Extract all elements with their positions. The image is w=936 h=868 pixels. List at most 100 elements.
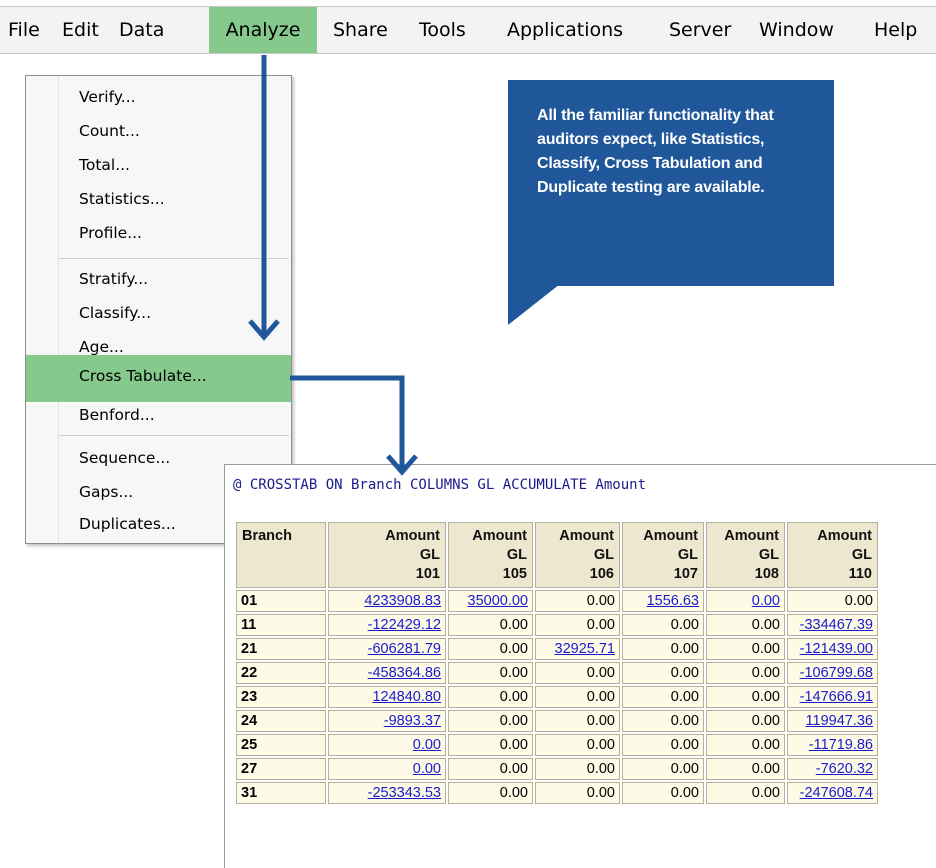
amount-drilldown-link[interactable]: -106799.68: [800, 665, 873, 681]
menu-file[interactable]: File: [8, 7, 40, 53]
amount-drilldown-link[interactable]: -121439.00: [800, 641, 873, 657]
amount-cell: 0.00: [328, 758, 446, 780]
menu-window[interactable]: Window: [759, 7, 834, 53]
table-row: 01 4233908.83 35000.00 0.00 1556.63 0.00 0.00: [236, 590, 878, 612]
menu-item-stratify[interactable]: Stratify...: [26, 264, 291, 298]
amount-drilldown-link[interactable]: 119947.36: [806, 713, 873, 729]
amount-drilldown-link[interactable]: 0.00: [413, 761, 441, 777]
callout-text: All the familiar functionality that audi…: [537, 107, 774, 196]
menu-data[interactable]: Data: [119, 7, 164, 53]
amount-cell: 0.00: [535, 590, 620, 612]
amount-drilldown-link[interactable]: -11719.86: [809, 737, 873, 753]
branch-cell: 21: [236, 638, 326, 660]
column-header-branch[interactable]: Branch: [236, 522, 326, 588]
menu-item-total[interactable]: Total...: [26, 150, 291, 184]
menu-help[interactable]: Help: [874, 7, 917, 53]
menu-item-benford[interactable]: Benford...: [26, 400, 291, 434]
menu-analyze[interactable]: Analyze: [209, 7, 317, 53]
amount-drilldown-link[interactable]: -147666.91: [800, 689, 873, 705]
amount-drilldown-link[interactable]: -7620.32: [816, 761, 873, 777]
amount-cell: 0.00: [448, 710, 533, 732]
menu-share[interactable]: Share: [333, 7, 388, 53]
amount-drilldown-link[interactable]: -253343.53: [368, 785, 441, 801]
amount-cell: 0.00: [706, 590, 785, 612]
menu-item-statistics[interactable]: Statistics...: [26, 184, 291, 218]
amount-cell: -458364.86: [328, 662, 446, 684]
menu-item-count[interactable]: Count...: [26, 116, 291, 150]
menu-item-verify[interactable]: Verify...: [26, 82, 291, 116]
table-row: 27 0.00 0.00 0.00 0.00 0.00 -7620.32: [236, 758, 878, 780]
amount-cell: 35000.00: [448, 590, 533, 612]
menu-separator: [59, 258, 289, 259]
amount-drilldown-link[interactable]: 1556.63: [647, 593, 699, 609]
column-header-gl-107[interactable]: Amount GL 107: [622, 522, 704, 588]
amount-drilldown-link[interactable]: 35000.00: [468, 593, 528, 609]
amount-cell: -121439.00: [787, 638, 878, 660]
amount-cell: 0.00: [535, 734, 620, 756]
amount-drilldown-link[interactable]: 0.00: [413, 737, 441, 753]
table-row: 24 -9893.37 0.00 0.00 0.00 0.00 119947.36: [236, 710, 878, 732]
column-header-gl-110[interactable]: Amount GL 110: [787, 522, 878, 588]
amount-cell: 0.00: [535, 758, 620, 780]
menu-tools[interactable]: Tools: [419, 7, 466, 53]
amount-cell: 0.00: [448, 638, 533, 660]
branch-cell: 23: [236, 686, 326, 708]
amount-drilldown-link[interactable]: -9893.37: [384, 713, 441, 729]
branch-cell: 24: [236, 710, 326, 732]
amount-cell: 0.00: [706, 662, 785, 684]
amount-drilldown-link[interactable]: 124840.80: [372, 689, 441, 705]
branch-cell: 25: [236, 734, 326, 756]
amount-drilldown-link[interactable]: -247608.74: [800, 785, 873, 801]
amount-cell: 0.00: [706, 614, 785, 636]
table-row: 23 124840.80 0.00 0.00 0.00 0.00 -147666.91: [236, 686, 878, 708]
amount-cell: -106799.68: [787, 662, 878, 684]
amount-cell: 0.00: [448, 734, 533, 756]
amount-drilldown-link[interactable]: 0.00: [752, 593, 780, 609]
amount-drilldown-link[interactable]: -122429.12: [368, 617, 441, 633]
amount-cell: 0.00: [706, 638, 785, 660]
amount-cell: 0.00: [622, 638, 704, 660]
amount-cell: -7620.32: [787, 758, 878, 780]
amount-drilldown-link[interactable]: 4233908.83: [364, 593, 441, 609]
amount-cell: 0.00: [622, 614, 704, 636]
amount-cell: 0.00: [535, 614, 620, 636]
menu-edit[interactable]: Edit: [62, 7, 99, 53]
column-header-gl-105[interactable]: Amount GL 105: [448, 522, 533, 588]
amount-cell: 0.00: [622, 662, 704, 684]
branch-cell: 27: [236, 758, 326, 780]
amount-cell: 0.00: [535, 662, 620, 684]
amount-cell: 0.00: [706, 782, 785, 804]
column-header-gl-108[interactable]: Amount GL 108: [706, 522, 785, 588]
amount-drilldown-link[interactable]: -606281.79: [368, 641, 441, 657]
amount-cell: 0.00: [448, 662, 533, 684]
command-line: @ CROSSTAB ON Branch COLUMNS GL ACCUMULA…: [233, 477, 647, 493]
amount-cell: 0.00: [622, 758, 704, 780]
menu-item-classify[interactable]: Classify...: [26, 298, 291, 332]
amount-cell: 0.00: [535, 686, 620, 708]
amount-cell: 32925.71: [535, 638, 620, 660]
crosstab-table: Branch Amount GL 101 Amount GL 105 Amount GL 1…: [234, 520, 880, 806]
branch-cell: 22: [236, 662, 326, 684]
amount-drilldown-link[interactable]: -334467.39: [800, 617, 873, 633]
amount-cell: 1556.63: [622, 590, 704, 612]
amount-cell: 0.00: [622, 782, 704, 804]
table-row: 11 -122429.12 0.00 0.00 0.00 0.00 -334467.39: [236, 614, 878, 636]
amount-cell: 0.00: [706, 734, 785, 756]
column-header-gl-101[interactable]: Amount GL 101: [328, 522, 446, 588]
menu-bar: File Edit Data Analyze Share Tools Appli…: [0, 0, 936, 60]
branch-cell: 11: [236, 614, 326, 636]
column-header-gl-106[interactable]: Amount GL 106: [535, 522, 620, 588]
menu-item-cross-tabulate[interactable]: Cross Tabulate...: [26, 355, 291, 402]
menu-server[interactable]: Server: [669, 7, 731, 53]
amount-cell: 0.00: [787, 590, 878, 612]
amount-cell: -247608.74: [787, 782, 878, 804]
amount-cell: -122429.12: [328, 614, 446, 636]
amount-cell: 0.00: [448, 614, 533, 636]
menu-bar-strip: File Edit Data Analyze Share Tools Appli…: [0, 6, 936, 54]
amount-drilldown-link[interactable]: -458364.86: [368, 665, 441, 681]
amount-drilldown-link[interactable]: 32925.71: [555, 641, 615, 657]
amount-cell: 0.00: [448, 686, 533, 708]
amount-cell: 0.00: [622, 686, 704, 708]
menu-item-profile[interactable]: Profile...: [26, 218, 291, 252]
menu-applications[interactable]: Applications: [507, 7, 623, 53]
